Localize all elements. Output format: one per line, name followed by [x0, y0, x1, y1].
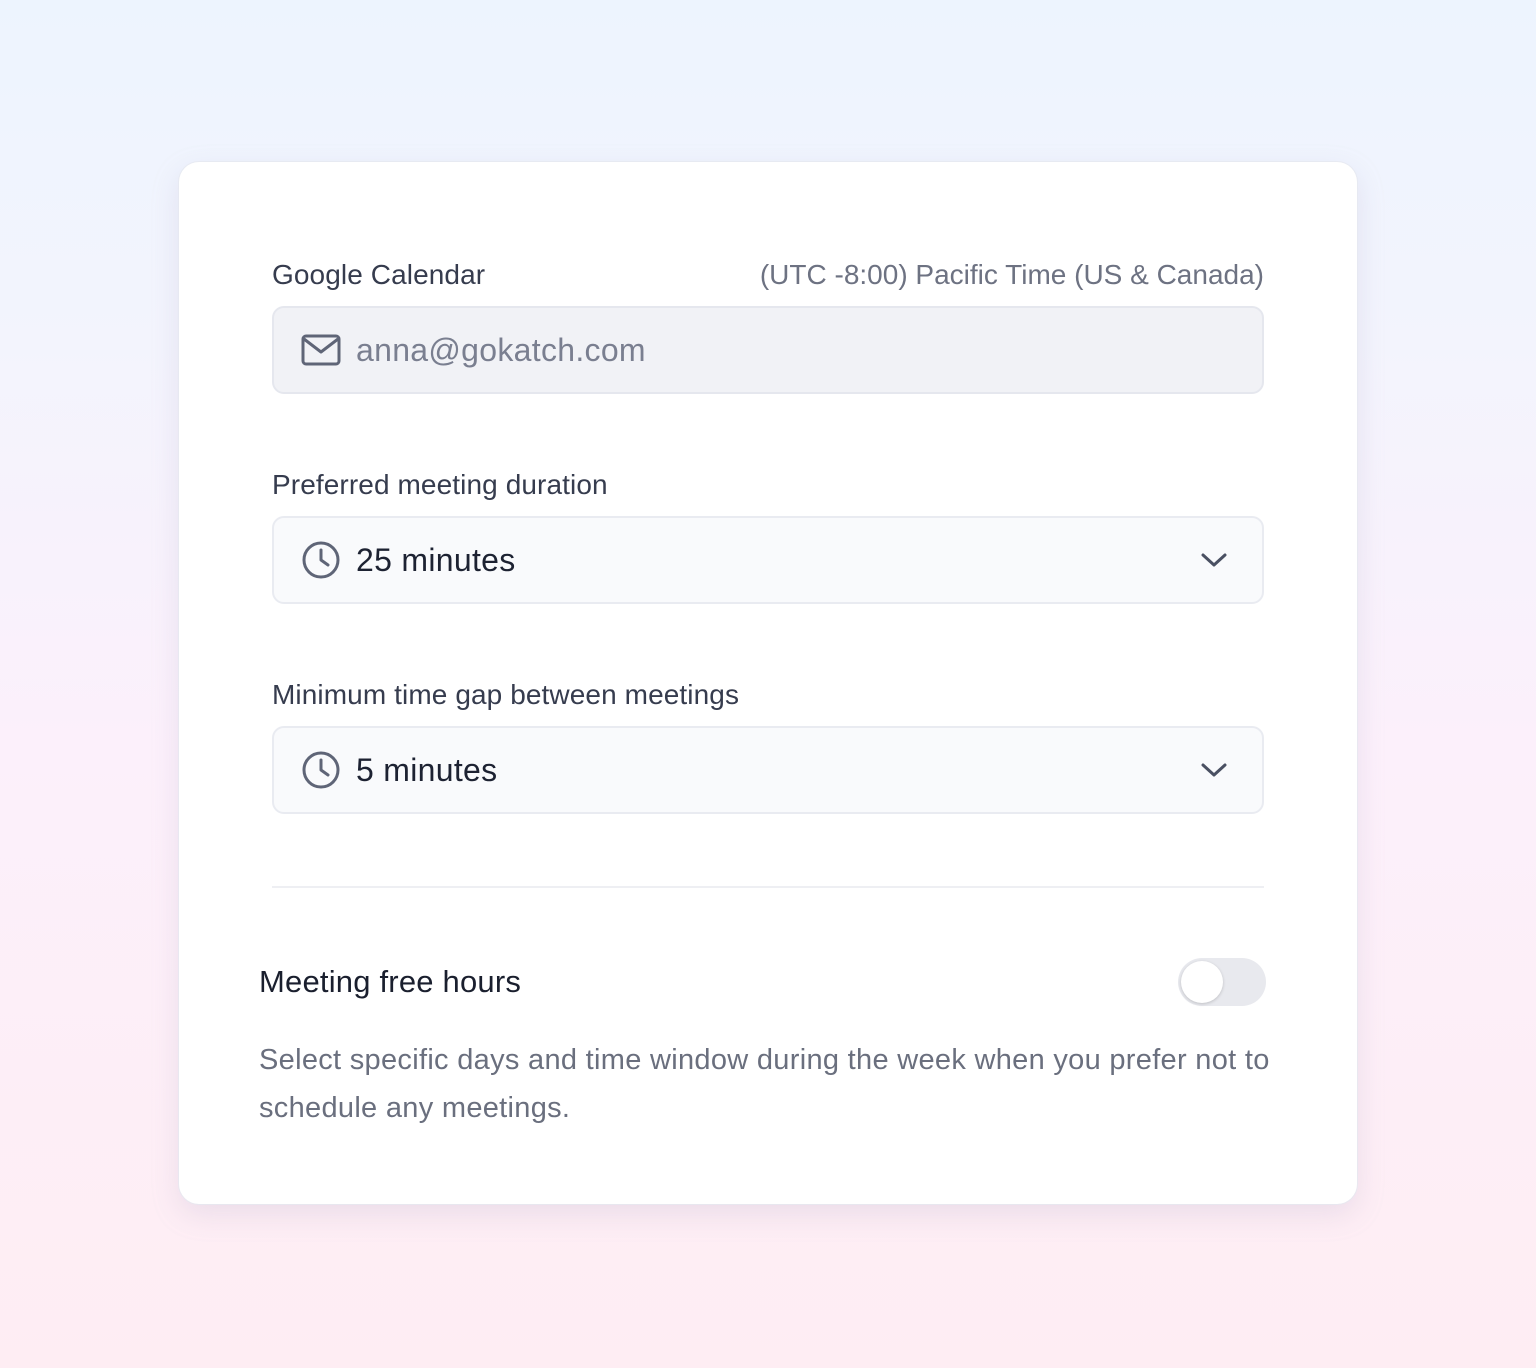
meeting-free-hours-row: Meeting free hours [259, 958, 1279, 1006]
duration-value: 25 minutes [356, 541, 516, 578]
clock-icon [300, 749, 342, 791]
calendar-label-row: Google Calendar (UTC -8:00) Pacific Time… [272, 259, 1264, 290]
mail-icon [300, 329, 342, 371]
divider [272, 886, 1264, 888]
meeting-free-hours-section: Meeting free hours Select specific days … [259, 958, 1279, 1132]
settings-card: Google Calendar (UTC -8:00) Pacific Time… [179, 162, 1357, 1204]
toggle-knob [1181, 961, 1223, 1003]
duration-select[interactable]: 25 minutes [272, 516, 1264, 604]
timezone-label: (UTC -8:00) Pacific Time (US & Canada) [759, 259, 1264, 290]
meeting-free-hours-toggle[interactable] [1178, 958, 1266, 1006]
gap-value: 5 minutes [356, 751, 498, 788]
chevron-down-icon[interactable] [1198, 754, 1230, 786]
duration-section: Preferred meeting duration 25 minutes [272, 469, 1264, 604]
email-value: anna@gokatch.com [356, 331, 646, 368]
calendar-label: Google Calendar [272, 259, 486, 290]
gap-section: Minimum time gap between meetings 5 minu… [272, 679, 1264, 814]
duration-label-row: Preferred meeting duration [272, 469, 1264, 500]
gap-label-row: Minimum time gap between meetings [272, 679, 1264, 710]
calendar-section: Google Calendar (UTC -8:00) Pacific Time… [272, 259, 1264, 394]
chevron-down-icon[interactable] [1198, 544, 1230, 576]
meeting-free-hours-title: Meeting free hours [259, 964, 522, 999]
gap-label: Minimum time gap between meetings [272, 679, 740, 710]
gap-select[interactable]: 5 minutes [272, 726, 1264, 814]
meeting-free-hours-description: Select specific days and time window dur… [259, 1044, 1270, 1124]
clock-icon [300, 539, 342, 581]
email-field: anna@gokatch.com [272, 306, 1264, 394]
duration-label: Preferred meeting duration [272, 469, 608, 500]
